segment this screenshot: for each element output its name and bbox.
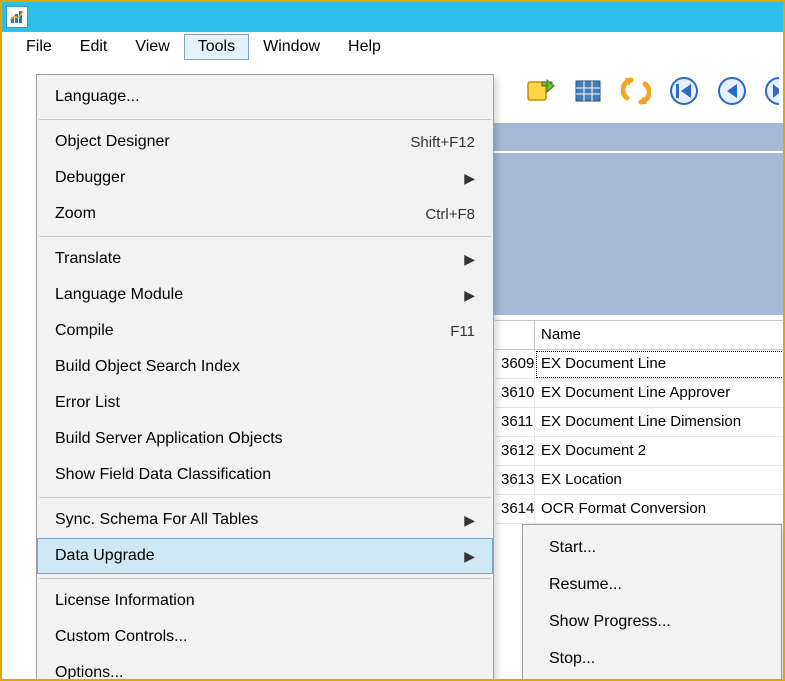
menu-item-label: Build Object Search Index — [55, 358, 475, 376]
menu-separator — [39, 578, 491, 579]
cell-name[interactable]: EX Document Line Approver — [535, 379, 785, 408]
menu-item-label: Zoom — [55, 205, 425, 223]
menu-item-label: Sync. Schema For All Tables — [55, 511, 464, 529]
nav-next-partial-icon[interactable] — [765, 76, 779, 106]
menu-item[interactable]: Options... — [37, 655, 493, 681]
menu-edit[interactable]: Edit — [66, 34, 122, 60]
menu-window[interactable]: Window — [249, 34, 334, 60]
submenu-arrow-icon: ▶ — [464, 287, 475, 304]
cell-id[interactable]: 3611 — [495, 408, 535, 437]
menu-item-label: Object Designer — [55, 133, 410, 151]
menu-item-label: Data Upgrade — [55, 547, 464, 565]
menu-item-label: Language Module — [55, 286, 464, 304]
nav-first-icon[interactable] — [669, 76, 699, 106]
menu-item[interactable]: Language Module▶ — [37, 277, 493, 313]
menu-item-label: Translate — [55, 250, 464, 268]
menu-item-label: Custom Controls... — [55, 628, 475, 646]
export-icon[interactable] — [525, 76, 555, 106]
menu-item-label: Options... — [55, 664, 475, 681]
menu-item-label: Build Server Application Objects — [55, 430, 475, 448]
menu-view[interactable]: View — [121, 34, 183, 60]
cell-name[interactable]: EX Document 2 — [535, 437, 785, 466]
menu-item-label: Debugger — [55, 169, 464, 187]
menu-item-label: License Information — [55, 592, 475, 610]
submenu-arrow-icon: ▶ — [464, 512, 475, 529]
cell-name[interactable]: EX Document Line — [535, 350, 785, 379]
tools-dropdown: Language...Object DesignerShift+F12Debug… — [36, 74, 494, 681]
cell-name[interactable]: OCR Format Conversion — [535, 495, 785, 524]
menu-item-label: Language... — [55, 88, 475, 106]
cell-id[interactable]: 3613 — [495, 466, 535, 495]
menu-item[interactable]: Custom Controls... — [37, 619, 493, 655]
column-header-name[interactable]: Name — [535, 320, 785, 350]
submenu-arrow-icon: ▶ — [464, 170, 475, 187]
app-icon — [6, 6, 28, 28]
menu-item[interactable]: CompileF11 — [37, 313, 493, 349]
menu-item-label: Compile — [55, 322, 450, 340]
cell-id[interactable]: 3612 — [495, 437, 535, 466]
grid-icon[interactable] — [573, 76, 603, 106]
menu-item[interactable]: Object DesignerShift+F12 — [37, 124, 493, 160]
nav-prev-icon[interactable] — [717, 76, 747, 106]
cell-name[interactable]: EX Document Line Dimension — [535, 408, 785, 437]
menu-tools[interactable]: Tools — [184, 34, 249, 60]
menu-item-accelerator: F11 — [450, 323, 475, 340]
submenu-item[interactable]: Start... — [523, 529, 781, 566]
menu-item[interactable]: Build Server Application Objects — [37, 421, 493, 457]
titlebar — [2, 2, 783, 32]
menu-separator — [39, 497, 491, 498]
menu-item-accelerator: Shift+F12 — [410, 134, 475, 151]
menu-help[interactable]: Help — [334, 34, 395, 60]
window-root: File Edit View Tools Window Help — [0, 0, 785, 681]
column-header-id[interactable] — [495, 320, 535, 350]
menu-item[interactable]: Debugger▶ — [37, 160, 493, 196]
menubar: File Edit View Tools Window Help — [2, 32, 783, 62]
menu-item-label: Error List — [55, 394, 475, 412]
submenu-item[interactable]: Stop... — [523, 640, 781, 677]
menu-item[interactable]: Language... — [37, 79, 493, 115]
submenu-arrow-icon: ▶ — [464, 548, 475, 565]
menu-item[interactable]: Translate▶ — [37, 241, 493, 277]
data-upgrade-submenu: Start...Resume...Show Progress...Stop... — [522, 524, 782, 681]
menu-item[interactable]: ZoomCtrl+F8 — [37, 196, 493, 232]
menu-separator — [39, 119, 491, 120]
cell-id[interactable]: 3610 — [495, 379, 535, 408]
menu-separator — [39, 236, 491, 237]
menu-item-accelerator: Ctrl+F8 — [425, 206, 475, 223]
menu-item[interactable]: Data Upgrade▶ — [37, 538, 493, 574]
refresh-icon[interactable] — [621, 76, 651, 106]
child-window-frame — [494, 122, 785, 317]
cell-id[interactable]: 3609 — [495, 350, 535, 379]
menu-item[interactable]: Show Field Data Classification — [37, 457, 493, 493]
menu-item[interactable]: Sync. Schema For All Tables▶ — [37, 502, 493, 538]
menu-item[interactable]: Build Object Search Index — [37, 349, 493, 385]
menu-item[interactable]: Error List — [37, 385, 493, 421]
menu-item-label: Show Field Data Classification — [55, 466, 475, 484]
submenu-item[interactable]: Resume... — [523, 566, 781, 603]
submenu-item[interactable]: Show Progress... — [523, 603, 781, 640]
cell-name[interactable]: EX Location — [535, 466, 785, 495]
submenu-arrow-icon: ▶ — [464, 251, 475, 268]
cell-id[interactable]: 3614 — [495, 495, 535, 524]
menu-item[interactable]: License Information — [37, 583, 493, 619]
menu-file[interactable]: File — [12, 34, 66, 60]
